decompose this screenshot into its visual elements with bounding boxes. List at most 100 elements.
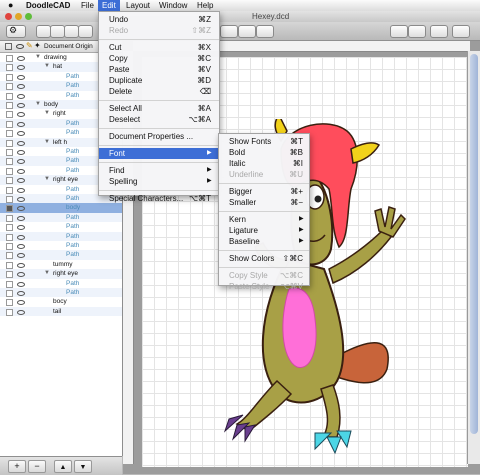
edit_menu-item-duplicate[interactable]: Duplicate ⌘D xyxy=(99,75,219,86)
lock-checkbox[interactable] xyxy=(6,233,13,241)
font_menu-item-italic[interactable]: Italic ⌘I xyxy=(219,158,309,169)
edit_menu-item-copy[interactable]: Copy ⌘C xyxy=(99,53,219,64)
tool-button-11[interactable] xyxy=(452,25,470,38)
add-layer-button[interactable]: + xyxy=(8,460,26,473)
layer-row-tail[interactable]: tail xyxy=(0,306,122,317)
lock-checkbox[interactable] xyxy=(6,186,13,194)
visibility-eye-icon[interactable] xyxy=(17,215,25,221)
edit_menu-item-font[interactable]: Font ▶ xyxy=(99,148,219,159)
app-menu[interactable]: DoodleCAD xyxy=(22,0,74,11)
visibility-eye-icon[interactable] xyxy=(17,225,25,231)
visibility-eye-icon[interactable] xyxy=(17,187,25,193)
edit_menu-item-paste[interactable]: Paste ⌘V xyxy=(99,64,219,75)
lock-checkbox[interactable] xyxy=(6,177,13,185)
lock-checkbox[interactable] xyxy=(6,261,13,269)
lock-checkbox[interactable] xyxy=(6,280,13,288)
lock-checkbox[interactable] xyxy=(6,243,13,250)
font_menu-item-ligature[interactable]: Ligature ▶ xyxy=(219,225,309,236)
visibility-eye-icon[interactable] xyxy=(17,309,25,315)
lock-checkbox[interactable] xyxy=(6,252,13,260)
font_menu-item-smaller[interactable]: Smaller ⌘− xyxy=(219,197,309,208)
lock-checkbox[interactable] xyxy=(6,158,13,166)
menu-edit[interactable]: Edit xyxy=(98,0,120,11)
visibility-eye-icon[interactable] xyxy=(17,159,25,165)
zoom-window-icon[interactable] xyxy=(25,13,32,20)
tool-button-2[interactable] xyxy=(50,25,65,38)
visibility-eye-icon[interactable] xyxy=(17,244,25,249)
visibility-eye-icon[interactable] xyxy=(17,272,25,278)
visibility-eye-icon[interactable] xyxy=(17,131,25,137)
font_menu-item-bold[interactable]: Bold ⌘B xyxy=(219,147,309,158)
lock-checkbox[interactable] xyxy=(6,64,13,72)
layer-row-path[interactable]: Path xyxy=(0,288,122,298)
tool-button-7[interactable] xyxy=(256,25,274,38)
font_menu-item-show-colors[interactable]: Show Colors ⇧⌘C xyxy=(219,253,309,264)
lock-icon[interactable] xyxy=(6,205,13,213)
visibility-eye-icon[interactable] xyxy=(17,178,25,184)
pupil-shape[interactable] xyxy=(314,195,322,203)
edit_menu-item-undo[interactable]: Undo ⌘Z xyxy=(99,14,219,25)
layer-row-path[interactable]: Path xyxy=(0,212,122,223)
layer-row-path[interactable]: Path xyxy=(0,241,122,250)
lock-checkbox[interactable] xyxy=(6,102,13,109)
tail-shape[interactable] xyxy=(336,342,389,384)
layer-row-path[interactable]: body xyxy=(0,203,122,213)
visibility-eye-icon[interactable] xyxy=(17,56,25,61)
edit_menu-item-spelling[interactable]: Spelling ▶ xyxy=(99,176,219,187)
tool-button-6[interactable] xyxy=(238,25,256,38)
tool-button-4[interactable] xyxy=(78,25,93,38)
disclosure-triangle-icon[interactable]: ▼ xyxy=(44,269,50,278)
vertical-scrollbar[interactable] xyxy=(467,51,480,464)
minimize-window-icon[interactable] xyxy=(15,13,22,20)
visibility-eye-icon[interactable] xyxy=(17,93,25,99)
lock-checkbox[interactable] xyxy=(6,167,13,175)
lock-checkbox[interactable] xyxy=(6,224,13,232)
edit_menu-item-find[interactable]: Find ▶ xyxy=(99,165,219,176)
lock-checkbox[interactable] xyxy=(6,92,13,100)
menu-layout[interactable]: Layout xyxy=(122,0,154,11)
visibility-eye-icon[interactable] xyxy=(17,291,25,296)
menu-file[interactable]: File xyxy=(77,0,98,11)
lock-checkbox[interactable] xyxy=(6,111,13,119)
menu-help[interactable]: Help xyxy=(193,0,217,11)
visibility-eye-icon[interactable] xyxy=(17,262,25,268)
tool-button-3[interactable] xyxy=(64,25,79,38)
visibility-eye-icon[interactable] xyxy=(17,84,25,90)
layer-row-path[interactable]: Path xyxy=(0,222,122,232)
edit_menu-item-document-properties[interactable]: Document Properties ... xyxy=(99,131,219,142)
visibility-eye-icon[interactable] xyxy=(17,206,25,212)
action-menu-button[interactable]: ⚙ xyxy=(6,25,26,38)
visibility-eye-icon[interactable] xyxy=(17,140,25,146)
lock-checkbox[interactable] xyxy=(6,55,13,62)
disclosure-triangle-icon[interactable]: ▼ xyxy=(44,62,50,71)
lock-checkbox[interactable] xyxy=(6,308,13,316)
visibility-eye-icon[interactable] xyxy=(17,253,25,259)
edit_menu-item-select-all[interactable]: Select All ⌘A xyxy=(99,103,219,114)
disclosure-triangle-icon[interactable]: ▼ xyxy=(35,53,41,62)
disclosure-triangle-icon[interactable]: ▼ xyxy=(44,175,50,184)
font_menu-item-baseline[interactable]: Baseline ▶ xyxy=(219,236,309,247)
tool-button-9[interactable] xyxy=(408,25,426,38)
font_menu-item-bigger[interactable]: Bigger ⌘+ xyxy=(219,186,309,197)
lock-checkbox[interactable] xyxy=(6,120,13,128)
layer-row-path[interactable]: Path xyxy=(0,231,122,241)
edit_menu-item-cut[interactable]: Cut ⌘X xyxy=(99,42,219,53)
font_menu-item-show-fonts[interactable]: Show Fonts ⌘T xyxy=(219,136,309,147)
lock-checkbox[interactable] xyxy=(6,271,13,279)
layer-row-tummy[interactable]: tummy xyxy=(0,260,122,269)
lock-checkbox[interactable] xyxy=(6,130,13,138)
visibility-eye-icon[interactable] xyxy=(17,281,25,287)
layer-options-button[interactable]: ▼ xyxy=(74,460,92,473)
lock-checkbox[interactable] xyxy=(6,83,13,91)
visibility-eye-icon[interactable] xyxy=(17,121,25,127)
visibility-eye-icon[interactable] xyxy=(17,112,25,118)
visibility-eye-icon[interactable] xyxy=(17,65,25,71)
visibility-eye-icon[interactable] xyxy=(17,74,25,80)
edit_menu-item-special-characters[interactable]: Special Characters... ⌥⌘T xyxy=(99,193,219,204)
disclosure-triangle-icon[interactable]: ▼ xyxy=(44,138,50,147)
lock-checkbox[interactable] xyxy=(6,196,13,203)
edit_menu-item-deselect[interactable]: Deselect ⌥⌘A xyxy=(99,114,219,125)
menu-window[interactable]: Window xyxy=(155,0,191,11)
visibility-eye-icon[interactable] xyxy=(17,197,25,202)
visibility-eye-icon[interactable] xyxy=(17,234,25,240)
